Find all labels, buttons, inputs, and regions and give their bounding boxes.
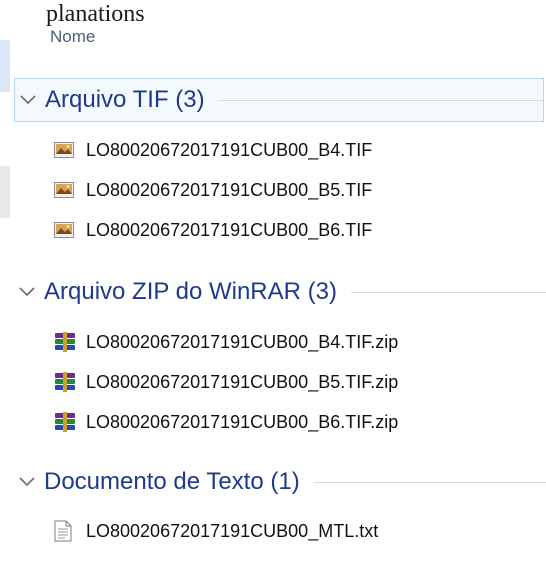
- chevron-down-icon[interactable]: [18, 283, 36, 301]
- file-name: LO80020672017191CUB00_MTL.txt: [86, 520, 379, 541]
- group-title: Documento de Texto (1): [44, 468, 300, 495]
- file-name: LO80020672017191CUB00_B5.TIF: [86, 179, 373, 200]
- group-title: Arquivo TIF (3): [45, 86, 205, 113]
- file-name: LO80020672017191CUB00_B6.TIF: [86, 219, 373, 240]
- file-name: LO80020672017191CUB00_B6.TIF.zip: [86, 411, 399, 432]
- text-document-icon: [54, 520, 76, 542]
- group-header-text[interactable]: Documento de Texto (1): [18, 460, 546, 504]
- winrar-archive-icon: [54, 411, 76, 433]
- tif-image-icon: [54, 139, 76, 161]
- caption-fragment: planations: [46, 1, 145, 27]
- winrar-archive-icon: [54, 331, 76, 353]
- group-divider: [218, 99, 543, 101]
- group-header-tif[interactable]: Arquivo TIF (3): [14, 78, 544, 122]
- file-name: LO80020672017191CUB00_B4.TIF.zip: [86, 331, 399, 352]
- file-row[interactable]: LO80020672017191CUB00_MTL.txt: [54, 516, 546, 546]
- file-row[interactable]: LO80020672017191CUB00_B5.TIF.zip: [54, 367, 546, 397]
- file-row[interactable]: LO80020672017191CUB00_B6.TIF.zip: [54, 407, 546, 437]
- file-row[interactable]: LO80020672017191CUB00_B6.TIF: [54, 215, 546, 245]
- column-header-name[interactable]: Nome: [50, 27, 95, 47]
- sidebar-strip: [0, 166, 10, 218]
- chevron-down-icon[interactable]: [18, 473, 36, 491]
- file-row[interactable]: LO80020672017191CUB00_B5.TIF: [54, 175, 546, 205]
- group-divider: [350, 291, 546, 293]
- group-divider: [313, 481, 546, 483]
- tif-image-icon: [54, 179, 76, 201]
- file-row[interactable]: LO80020672017191CUB00_B4.TIF.zip: [54, 327, 546, 357]
- sidebar-strip-selected: [0, 40, 10, 92]
- file-row[interactable]: LO80020672017191CUB00_B4.TIF: [54, 135, 546, 165]
- chevron-down-icon[interactable]: [19, 91, 37, 109]
- group-header-zip[interactable]: Arquivo ZIP do WinRAR (3): [18, 270, 546, 314]
- tif-image-icon: [54, 219, 76, 241]
- winrar-archive-icon: [54, 371, 76, 393]
- group-title: Arquivo ZIP do WinRAR (3): [44, 278, 337, 305]
- file-name: LO80020672017191CUB00_B4.TIF: [86, 139, 373, 160]
- file-name: LO80020672017191CUB00_B5.TIF.zip: [86, 371, 399, 392]
